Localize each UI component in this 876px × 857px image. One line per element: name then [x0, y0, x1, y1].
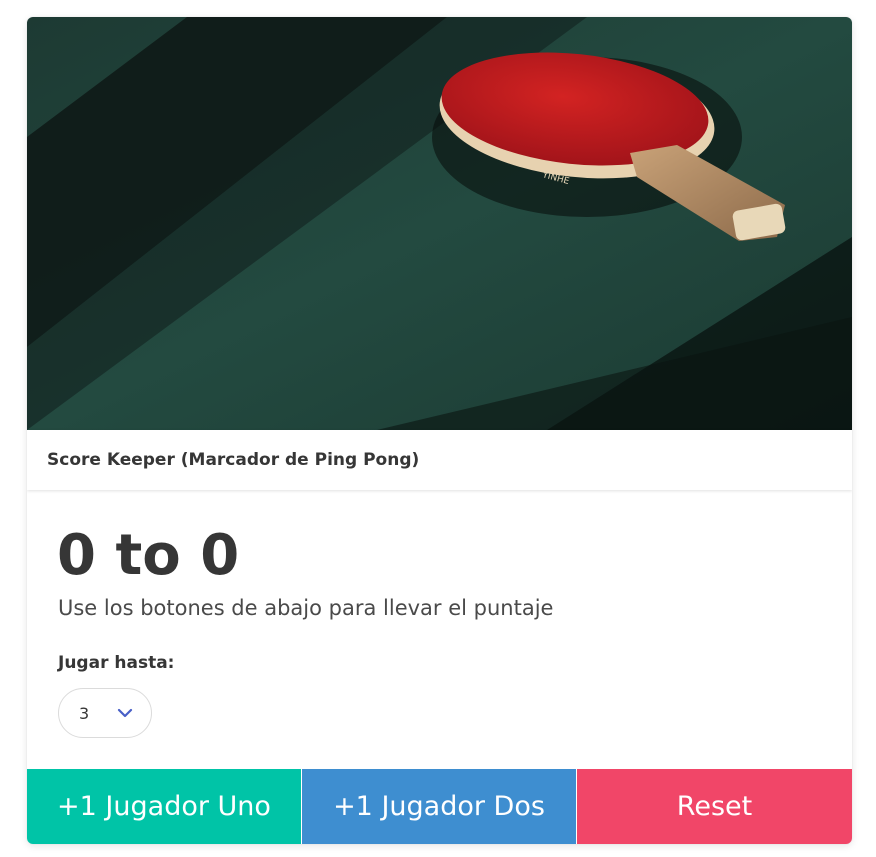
card-image: YINHE — [27, 17, 852, 430]
ping-pong-photo: YINHE — [27, 17, 852, 430]
play-to-selected-value: 3 — [79, 704, 90, 723]
score-keeper-card: YINHE Score Keeper (Marcador de Ping Pon… — [27, 17, 852, 844]
player-two-button[interactable]: +1 Jugador Dos — [302, 769, 576, 844]
player-one-button[interactable]: +1 Jugador Uno — [27, 769, 301, 844]
score-subtitle: Use los botones de abajo para llevar el … — [58, 596, 554, 620]
chevron-down-icon — [117, 708, 133, 718]
play-to-select[interactable]: 3 — [58, 688, 152, 738]
button-row: +1 Jugador Uno +1 Jugador Dos Reset — [27, 769, 852, 844]
reset-button[interactable]: Reset — [577, 769, 852, 844]
play-to-label: Jugar hasta: — [58, 653, 175, 673]
score-display: 0 to 0 — [57, 523, 240, 588]
card-header: Score Keeper (Marcador de Ping Pong) — [27, 430, 852, 490]
card-title: Score Keeper (Marcador de Ping Pong) — [47, 450, 420, 470]
